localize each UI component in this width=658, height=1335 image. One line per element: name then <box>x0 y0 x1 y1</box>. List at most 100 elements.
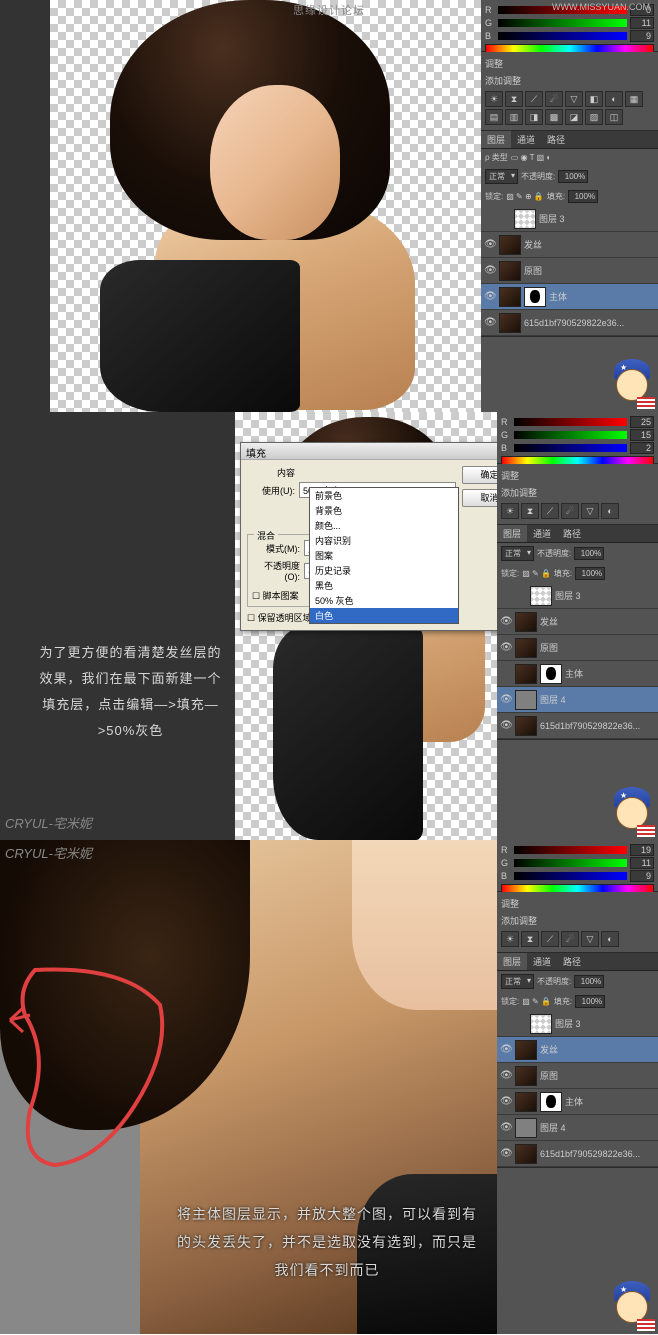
blend-mode[interactable]: 正常 <box>501 974 534 989</box>
visibility-icon[interactable]: 👁 <box>484 317 496 328</box>
adj-grad[interactable]: ▨ <box>585 109 603 125</box>
fill-value[interactable]: 100% <box>568 190 598 203</box>
tab-paths[interactable]: 路径 <box>541 131 571 148</box>
adj-curves[interactable]: ⟋ <box>525 91 543 107</box>
visibility-icon[interactable]: 👁 <box>484 265 496 276</box>
visibility-icon[interactable]: 👁 <box>500 642 512 653</box>
visibility-icon[interactable]: 👁 <box>500 1096 512 1107</box>
layer-row[interactable]: 图层 3 <box>497 583 658 609</box>
visibility-icon[interactable]: 👁 <box>500 720 512 731</box>
layer-row[interactable]: 👁图层 4 <box>497 1115 658 1141</box>
mascot-icon <box>610 359 655 409</box>
tutorial-step-3: 将主体图层显示，并放大整个图，可以看到有的头发丢失了，并不是选取没有选到，而只是… <box>0 840 658 1334</box>
canvas[interactable] <box>0 0 481 412</box>
adj-vibrance[interactable]: ▽ <box>565 91 583 107</box>
g-slider[interactable] <box>498 19 627 27</box>
adj-invert[interactable]: ◨ <box>525 109 543 125</box>
g-value[interactable]: 15 <box>630 429 654 441</box>
use-label: 使用(U): <box>247 484 295 497</box>
adj-hue[interactable]: ◧ <box>585 91 603 107</box>
layer-row[interactable]: 👁发丝 <box>497 1037 658 1063</box>
visibility-icon[interactable]: 👁 <box>500 1148 512 1159</box>
r-slider[interactable] <box>514 418 627 426</box>
layer-row[interactable]: 主体 <box>497 661 658 687</box>
dropdown-option[interactable]: 颜色... <box>310 518 458 533</box>
layer-name: 图层 3 <box>539 212 655 225</box>
layer-row[interactable]: 👁615d1bf790529822e36... <box>497 1141 658 1167</box>
visibility-icon[interactable]: 👁 <box>500 694 512 705</box>
blend-mode[interactable]: 正常 <box>485 169 518 184</box>
adj-lut[interactable]: ▥ <box>505 109 523 125</box>
layer-row[interactable]: 👁615d1bf790529822e36... <box>497 713 658 739</box>
g-slider[interactable] <box>514 859 627 867</box>
b-slider[interactable] <box>514 872 627 880</box>
b-slider[interactable] <box>498 32 627 40</box>
blend-group-label: 混合 <box>254 529 278 542</box>
adj-poster[interactable]: ▩ <box>545 109 563 125</box>
layer-row[interactable]: 👁主体 <box>481 284 658 310</box>
b-value[interactable]: 9 <box>630 30 654 42</box>
visibility-icon[interactable]: 👁 <box>500 1044 512 1055</box>
layer-row[interactable]: 👁 发丝 <box>497 609 658 635</box>
tab-layers[interactable]: 图层 <box>481 131 511 148</box>
dropdown-option[interactable]: 背景色 <box>310 503 458 518</box>
dropdown-option[interactable]: 内容识别 <box>310 533 458 548</box>
visibility-icon[interactable]: 👁 <box>484 291 496 302</box>
blend-mode[interactable]: 正常 <box>501 546 534 561</box>
dropdown-option[interactable]: 前景色 <box>310 488 458 503</box>
portrait-dress <box>100 260 300 412</box>
dropdown-option[interactable]: 图案 <box>310 548 458 563</box>
layer-row[interactable]: 👁发丝 <box>481 232 658 258</box>
layer-row[interactable]: 图层 3 <box>481 206 658 232</box>
dropdown-option[interactable]: 黑色 <box>310 578 458 593</box>
adj-bw[interactable]: ◐ <box>605 91 623 107</box>
visibility-icon[interactable]: 👁 <box>484 239 496 250</box>
visibility-icon[interactable]: 👁 <box>500 1122 512 1133</box>
mode-label: 模式(M): <box>252 542 300 555</box>
dropdown-option[interactable]: 白色 <box>310 608 458 623</box>
visibility-icon[interactable]: 👁 <box>500 616 512 627</box>
layer-thumb <box>499 235 521 255</box>
adj-brightness[interactable]: ☀ <box>485 91 503 107</box>
side-panels: R25 G15 B2 调整添加调整 ☀⧗⟋☄▽◐ 图层通道路径 正常不透明度:1… <box>497 412 658 840</box>
g-slider[interactable] <box>514 431 627 439</box>
b-slider[interactable] <box>514 444 627 452</box>
layer-thumb <box>515 638 537 658</box>
layer-thumb <box>499 261 521 281</box>
tab-channels[interactable]: 通道 <box>511 131 541 148</box>
adjust-tab[interactable]: 调整 <box>485 55 654 72</box>
layer-row[interactable]: 👁主体 <box>497 1089 658 1115</box>
b-label: B <box>485 31 495 41</box>
layer-thumb <box>515 716 537 736</box>
adj-photo[interactable]: ▦ <box>625 91 643 107</box>
layer-row[interactable]: 👁原图 <box>497 635 658 661</box>
layer-row[interactable]: 👁原图 <box>497 1063 658 1089</box>
g-value[interactable]: 11 <box>630 17 654 29</box>
visibility-icon[interactable]: 👁 <box>500 1070 512 1081</box>
adj-levels[interactable]: ⧗ <box>505 91 523 107</box>
g-label: G <box>485 18 495 28</box>
layer-mask-thumb <box>540 664 562 684</box>
adj-mixer[interactable]: ▤ <box>485 109 503 125</box>
filter-label: ρ 类型 <box>485 152 508 163</box>
layer-row[interactable]: 👁原图 <box>481 258 658 284</box>
portrait-dress <box>273 627 423 840</box>
dropdown-option[interactable]: 历史记录 <box>310 563 458 578</box>
layer-name: 主体 <box>565 667 655 680</box>
dropdown-option[interactable]: 50% 灰色 <box>310 593 458 608</box>
artist-signature: CRYUL-宅米妮 <box>5 843 92 862</box>
r-value[interactable]: 25 <box>630 416 654 428</box>
b-value[interactable]: 2 <box>630 442 654 454</box>
layer-row[interactable]: 👁图层 4 <box>497 687 658 713</box>
layer-thumb <box>515 612 537 632</box>
r-slider[interactable] <box>514 846 627 854</box>
opacity-value[interactable]: 100% <box>558 170 588 183</box>
adj-sel[interactable]: ◫ <box>605 109 623 125</box>
adjustments-panel: 调整添加调整 ☀⧗⟋☄▽◐ <box>497 892 658 953</box>
layer-row[interactable]: 图层 3 <box>497 1011 658 1037</box>
adj-exposure[interactable]: ☄ <box>545 91 563 107</box>
layer-row[interactable]: 👁615d1bf790529822e36... <box>481 310 658 336</box>
layer-name: 发丝 <box>540 615 655 628</box>
adj-thresh[interactable]: ◪ <box>565 109 583 125</box>
adjustments-panel: 调整 添加调整 ☀⧗⟋☄▽◧ ◐▦▤▥◨▩ ◪▨◫ <box>481 52 658 131</box>
